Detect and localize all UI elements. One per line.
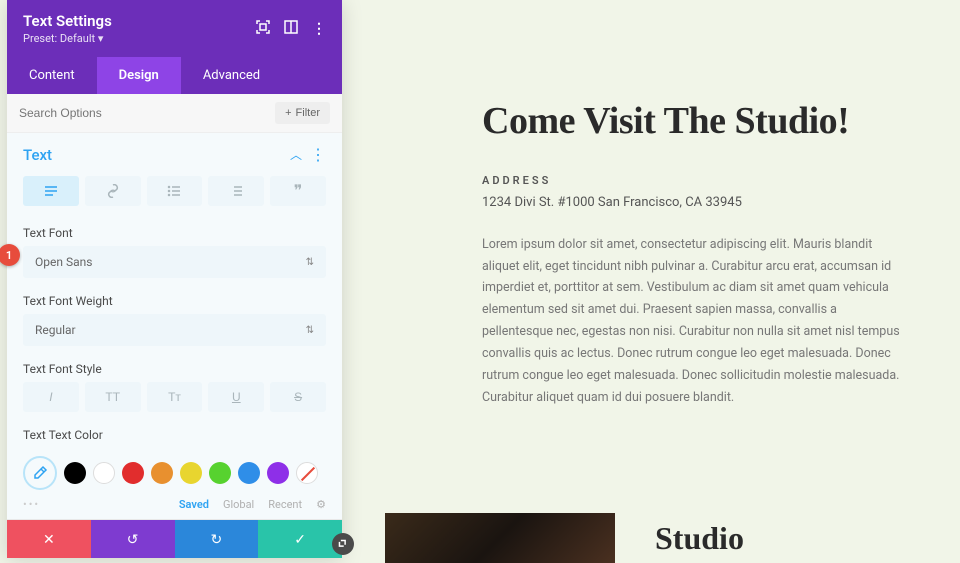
text-section: Text ︿ ⋮ ❞ Text Font Open Sans ⇅ Text Fo…	[7, 133, 342, 520]
section-more-icon[interactable]: ⋮	[310, 145, 326, 164]
italic-button[interactable]: I	[23, 382, 79, 412]
address-text: 1234 Divi St. #1000 San Francisco, CA 33…	[482, 195, 900, 210]
color-swatch-purple[interactable]	[267, 462, 289, 484]
strike-button[interactable]: S	[270, 382, 326, 412]
font-select[interactable]: Open Sans ⇅	[23, 246, 326, 278]
plus-icon: +	[285, 107, 291, 119]
body-text: Lorem ipsum dolor sit amet, consectetur …	[482, 234, 900, 409]
color-label: Text Text Color	[23, 428, 326, 442]
save-button[interactable]: ✓	[258, 520, 342, 558]
color-swatch-black[interactable]	[64, 462, 86, 484]
select-caret-icon: ⇅	[306, 257, 314, 268]
ul-tab[interactable]	[147, 176, 203, 206]
color-swatch-orange[interactable]	[151, 462, 173, 484]
page-heading: Come Visit The Studio!	[482, 100, 900, 144]
panel-title: Text Settings	[23, 12, 112, 30]
font-label: Text Font	[23, 226, 326, 240]
weight-select[interactable]: Regular ⇅	[23, 314, 326, 346]
expand-icon[interactable]	[256, 20, 270, 38]
quote-tab[interactable]: ❞	[270, 176, 326, 206]
color-tabs: ••• Saved Global Recent ⚙	[7, 494, 342, 519]
header-left: Text Settings Preset: Default ▾	[23, 12, 112, 45]
style-label: Text Font Style	[23, 362, 326, 376]
redo-button[interactable]: ↻	[175, 520, 259, 558]
header-icons: ⋮	[256, 20, 326, 38]
font-field: Text Font Open Sans ⇅	[7, 218, 342, 286]
link-tab[interactable]	[85, 176, 141, 206]
panel-header: Text Settings Preset: Default ▾ ⋮	[7, 0, 342, 57]
weight-field: Text Font Weight Regular ⇅	[7, 286, 342, 354]
filter-button[interactable]: +Filter	[275, 102, 330, 124]
color-swatch-blue[interactable]	[238, 462, 260, 484]
section-header[interactable]: Text ︿ ⋮	[7, 133, 342, 176]
color-swatch-red[interactable]	[122, 462, 144, 484]
section-title: Text	[23, 146, 52, 164]
smallcaps-button[interactable]: Tᴛ	[147, 382, 203, 412]
undo-button[interactable]: ↺	[91, 520, 175, 558]
preview-canvas: Come Visit The Studio! ADDRESS 1234 Divi…	[342, 0, 960, 558]
studio-title: Studio	[655, 520, 744, 557]
section-header-icons: ︿ ⋮	[290, 145, 326, 164]
color-field: Text Text Color	[7, 420, 342, 450]
preset-selector[interactable]: Preset: Default ▾	[23, 32, 112, 45]
color-swatch-white[interactable]	[93, 462, 115, 484]
color-tab-global[interactable]: Global	[223, 498, 254, 511]
weight-label: Text Font Weight	[23, 294, 326, 308]
close-button[interactable]: ✕	[7, 520, 91, 558]
color-swatch-none[interactable]	[296, 462, 318, 484]
color-tab-recent[interactable]: Recent	[268, 498, 302, 511]
color-swatch-green[interactable]	[209, 462, 231, 484]
color-swatches-row	[7, 450, 342, 494]
tab-design[interactable]: Design	[97, 57, 181, 94]
color-swatch-yellow[interactable]	[180, 462, 202, 484]
studio-image	[385, 513, 615, 563]
eyedropper-button[interactable]	[23, 456, 57, 490]
style-buttons: I TT Tᴛ U S	[23, 382, 326, 412]
settings-panel: Text Settings Preset: Default ▾ ⋮ Conten…	[7, 0, 342, 558]
ol-tab[interactable]	[208, 176, 264, 206]
address-label: ADDRESS	[482, 174, 900, 187]
more-icon[interactable]: ⋮	[312, 21, 326, 37]
columns-icon[interactable]	[284, 20, 298, 38]
search-bar: +Filter	[7, 94, 342, 133]
tab-advanced[interactable]: Advanced	[181, 57, 282, 94]
select-caret-icon: ⇅	[306, 325, 314, 336]
resize-handle[interactable]	[332, 533, 354, 555]
uppercase-button[interactable]: TT	[85, 382, 141, 412]
paragraph-tab[interactable]	[23, 176, 79, 206]
gear-icon[interactable]: ⚙	[316, 498, 326, 511]
chevron-up-icon[interactable]: ︿	[290, 146, 302, 163]
tab-content[interactable]: Content	[7, 57, 97, 94]
style-field: Text Font Style I TT Tᴛ U S	[7, 354, 342, 420]
tabs-bar: Content Design Advanced	[7, 57, 342, 94]
studio-block: Studio	[385, 513, 960, 563]
footer-actions: ✕ ↺ ↻ ✓	[7, 520, 342, 558]
color-tab-saved[interactable]: Saved	[179, 498, 209, 511]
text-element-toolbar: ❞	[7, 176, 342, 218]
underline-button[interactable]: U	[208, 382, 264, 412]
color-more[interactable]: •••	[23, 498, 165, 511]
search-input[interactable]	[19, 106, 275, 120]
